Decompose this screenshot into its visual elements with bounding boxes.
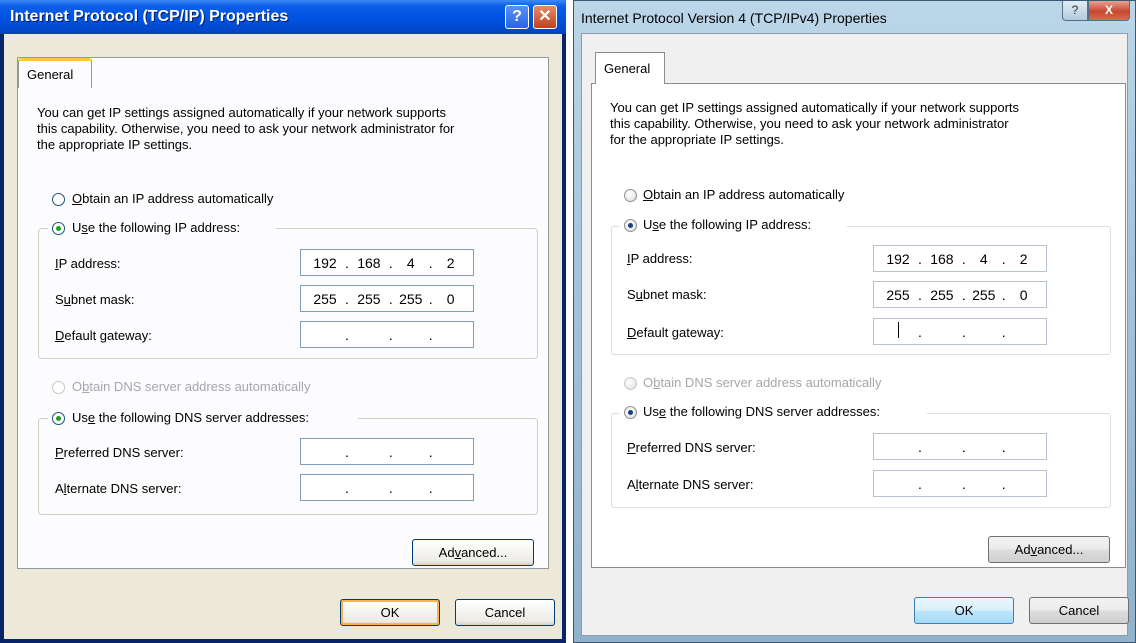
xp-radio-use-ip-label[interactable]: Use the following IP address: <box>72 220 240 235</box>
vista-alternate-dns-input[interactable]: . . . <box>873 470 1047 497</box>
vista-alternate-dns-label: Alternate DNS server: <box>627 477 754 492</box>
vista-preferred-dns-input[interactable]: . . . <box>873 433 1047 460</box>
xp-title-bar[interactable]: Internet Protocol (TCP/IP) Properties ? … <box>0 0 566 34</box>
xp-intro-line: this capability. Otherwise, you need to … <box>37 121 455 136</box>
xp-radio-obtain-dns-auto-label[interactable]: Obtain DNS server address automatically <box>72 379 310 394</box>
vista-intro-text: You can get IP settings assigned automat… <box>610 100 1019 148</box>
xp-radio-use-ip[interactable] <box>52 222 65 235</box>
close-icon: ✕ <box>538 8 552 25</box>
xp-intro-line: You can get IP settings assigned automat… <box>37 105 447 120</box>
xp-tab-general[interactable]: General <box>18 58 92 88</box>
vista-radio-obtain-ip-auto[interactable] <box>624 189 637 202</box>
text-cursor <box>878 322 918 341</box>
xp-preferred-dns-label: Preferred DNS server: <box>55 445 184 460</box>
vista-tab-general[interactable]: General <box>595 52 665 84</box>
vista-subnet-mask-input[interactable]: 255. 255. 255. 0 <box>873 281 1047 308</box>
vista-intro-line: this capability. Otherwise, you need to … <box>610 116 1009 131</box>
vista-radio-obtain-dns-auto[interactable] <box>624 377 637 390</box>
xp-close-button[interactable]: ✕ <box>533 5 557 29</box>
vista-radio-use-ip[interactable] <box>624 219 637 232</box>
xp-ip-address-input[interactable]: 192. 168. 4. 2 <box>300 249 474 276</box>
help-icon: ? <box>1071 3 1079 17</box>
xp-ip-address-label: IP address: <box>55 256 121 271</box>
help-icon: ? <box>512 8 522 25</box>
xp-subnet-mask-input[interactable]: 255. 255. 255. 0 <box>300 285 474 312</box>
vista-subnet-mask-label: Subnet mask: <box>627 287 707 302</box>
xp-radio-use-dns[interactable] <box>52 412 65 425</box>
vista-preferred-dns-label: Preferred DNS server: <box>627 440 756 455</box>
xp-default-gateway-label: Default gateway: <box>55 328 152 343</box>
xp-alternate-dns-input[interactable]: . . . <box>300 474 474 501</box>
vista-close-button[interactable]: X <box>1088 1 1130 21</box>
vista-ip-address-label: IP address: <box>627 251 693 266</box>
vista-dialog-title: Internet Protocol Version 4 (TCP/IPv4) P… <box>581 10 887 26</box>
xp-radio-obtain-dns-auto[interactable] <box>52 381 65 394</box>
xp-preferred-dns-input[interactable]: . . . <box>300 438 474 465</box>
xp-cancel-button[interactable]: Cancel <box>455 599 555 626</box>
vista-radio-use-dns[interactable] <box>624 406 637 419</box>
xp-radio-use-dns-label[interactable]: Use the following DNS server addresses: <box>72 410 309 425</box>
xp-intro-line: the appropriate IP settings. <box>37 137 193 152</box>
xp-ok-button[interactable]: OK <box>340 599 440 626</box>
xp-radio-obtain-ip-auto-label[interactable]: Obtain an IP address automatically <box>72 191 273 206</box>
xp-advanced-button[interactable]: Advanced... <box>412 539 534 566</box>
vista-default-gateway-label: Default gateway: <box>627 325 724 340</box>
vista-ip-address-input[interactable]: 192. 168. 4. 2 <box>873 245 1047 272</box>
vista-radio-obtain-ip-auto-label[interactable]: Obtain an IP address automatically <box>643 187 844 202</box>
xp-dialog-title: Internet Protocol (TCP/IP) Properties <box>10 8 289 25</box>
vista-radio-obtain-dns-auto-label[interactable]: Obtain DNS server address automatically <box>643 375 881 390</box>
close-icon: X <box>1104 3 1113 17</box>
vista-radio-use-ip-label[interactable]: Use the following IP address: <box>643 217 811 232</box>
xp-default-gateway-input[interactable]: . . . <box>300 321 474 348</box>
xp-tcpip-properties-dialog: Internet Protocol (TCP/IP) Properties ? … <box>0 0 566 643</box>
vista-advanced-button[interactable]: Advanced... <box>988 536 1110 563</box>
xp-subnet-mask-label: Subnet mask: <box>55 292 135 307</box>
vista-help-button[interactable]: ? <box>1062 1 1088 21</box>
vista-default-gateway-input[interactable]: . . . <box>873 318 1047 345</box>
xp-intro-text: You can get IP settings assigned automat… <box>37 105 454 153</box>
xp-help-button[interactable]: ? <box>505 5 529 29</box>
vista-radio-use-dns-label[interactable]: Use the following DNS server addresses: <box>643 404 880 419</box>
vista-intro-line: You can get IP settings assigned automat… <box>610 100 1020 115</box>
vista-cancel-button[interactable]: Cancel <box>1029 597 1129 624</box>
vista-tcpipv4-properties-dialog: Internet Protocol Version 4 (TCP/IPv4) P… <box>573 0 1136 643</box>
xp-alternate-dns-label: Alternate DNS server: <box>55 481 182 496</box>
vista-ok-button[interactable]: OK <box>914 597 1014 624</box>
vista-intro-line: for the appropriate IP settings. <box>610 132 784 147</box>
xp-radio-obtain-ip-auto[interactable] <box>52 193 65 206</box>
